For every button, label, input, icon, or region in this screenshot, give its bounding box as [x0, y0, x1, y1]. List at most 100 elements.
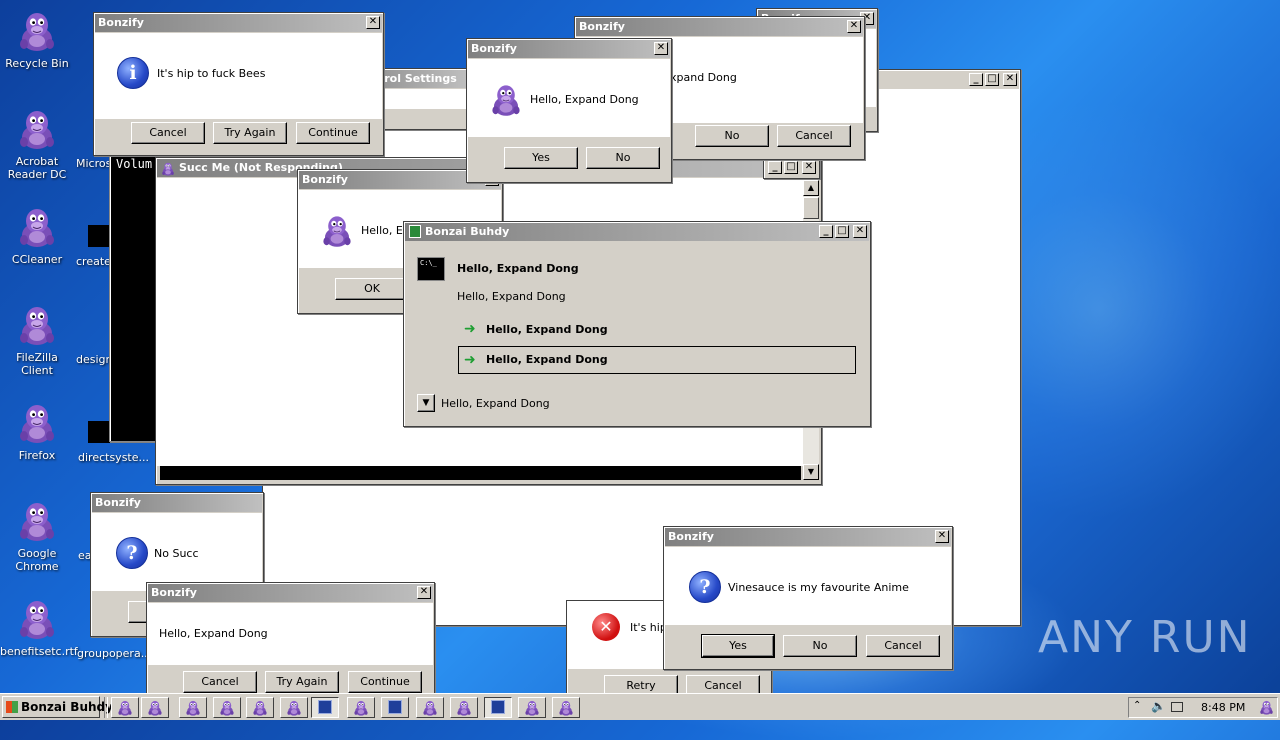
dialog-message: Hello, Expand Dong — [530, 93, 639, 106]
taskbar-button-active[interactable] — [311, 697, 339, 718]
taskbar-button[interactable] — [518, 697, 546, 718]
title-bar[interactable]: Bonzify — [148, 584, 433, 602]
question-icon: ? — [689, 571, 721, 603]
command-link-label: Hello, Expand Dong — [486, 323, 608, 336]
yes-button[interactable]: Yes — [701, 634, 775, 658]
taskbar-button[interactable] — [280, 697, 308, 718]
bonzi-gorilla-icon — [558, 699, 574, 716]
window-title: Bonzify — [98, 16, 144, 29]
clock[interactable]: 8:48 PM — [1201, 701, 1245, 714]
close-button[interactable]: ✕ — [847, 20, 861, 33]
desktop-icon-black[interactable] — [88, 225, 110, 247]
expand-details-button[interactable]: ▼ — [417, 394, 435, 412]
taskbar-button[interactable] — [450, 697, 478, 718]
taskbar-button[interactable] — [552, 697, 580, 718]
minimize-button[interactable]: _ — [819, 225, 833, 238]
taskbar-button[interactable] — [141, 697, 169, 718]
desktop-icon-label-partial[interactable]: directsyste... — [78, 451, 149, 464]
title-bar[interactable]: Bonzify — [468, 40, 670, 58]
bonzi-gorilla-icon — [286, 699, 302, 716]
try-again-button[interactable]: Try Again — [265, 671, 339, 693]
title-bar[interactable]: Bonzai Buhdy — [405, 223, 869, 241]
cancel-button[interactable]: Cancel — [777, 125, 851, 147]
volume-icon[interactable]: 🔈 — [1151, 699, 1166, 713]
title-bar[interactable]: Bonzify — [95, 14, 382, 32]
command-link[interactable]: ➜ Hello, Expand Dong — [458, 346, 856, 374]
maximize-button[interactable]: □ — [784, 161, 798, 174]
dialog-message: Hello, Expand Dong — [159, 627, 268, 640]
no-button[interactable]: No — [586, 147, 660, 169]
taskbar-divider — [104, 697, 108, 718]
close-button[interactable]: ✕ — [417, 586, 431, 599]
show-hidden-icons-icon[interactable]: ⌃ — [1133, 700, 1141, 711]
close-button[interactable]: ✕ — [654, 42, 668, 55]
bonzi-gorilla-icon — [422, 699, 438, 716]
desktop-icon-firefox[interactable]: Firefox — [0, 400, 74, 462]
close-button[interactable]: ✕ — [366, 16, 380, 29]
taskbar-button[interactable] — [347, 697, 375, 718]
scroll-up-button[interactable]: ▲ — [803, 180, 819, 196]
scroll-thumb[interactable] — [803, 197, 819, 219]
desktop-icon-chrome[interactable]: Google Chrome — [0, 498, 74, 573]
no-button[interactable]: No — [695, 125, 769, 147]
taskbar-button[interactable] — [381, 697, 409, 718]
desktop-icon-label-partial[interactable]: design — [76, 353, 113, 366]
taskbar-button[interactable] — [246, 697, 274, 718]
try-again-button[interactable]: Try Again — [213, 122, 287, 144]
green-arrow-icon: ➜ — [464, 352, 476, 368]
command-link[interactable]: ➜ Hello, Expand Dong — [458, 318, 858, 342]
title-bar[interactable]: Bonzify — [92, 494, 262, 512]
continue-button[interactable]: Continue — [296, 122, 370, 144]
desktop-icon-recycle-bin[interactable]: Recycle Bin — [0, 8, 74, 70]
taskbar-button[interactable] — [484, 697, 512, 718]
close-button[interactable]: ✕ — [935, 530, 949, 543]
bonzify-dialog: Bonzify ✕ i It's hip to fuck Bees Cancel… — [93, 12, 384, 156]
maximize-button[interactable]: □ — [985, 73, 999, 86]
cancel-button[interactable]: Cancel — [866, 635, 940, 657]
title-bar[interactable]: Bonzify — [576, 18, 863, 36]
dialog-subtext: Hello, Expand Dong — [457, 290, 566, 303]
desktop-icon-label-partial[interactable]: groupopera... — [77, 647, 151, 660]
desktop-icon-label: CCleaner — [11, 253, 63, 266]
cancel-button[interactable]: Cancel — [131, 122, 205, 144]
dialog-message: Vinesauce is my favourite Anime — [728, 581, 909, 594]
desktop-icon-ccleaner[interactable]: CCleaner — [0, 204, 74, 266]
taskbar-button[interactable] — [179, 697, 207, 718]
minimize-button[interactable]: _ — [969, 73, 983, 86]
yes-button[interactable]: Yes — [504, 147, 578, 169]
window-title: Bonzify — [471, 42, 517, 55]
window-content: Hello, Expand Dong — [468, 59, 670, 137]
bonzify-dialog: Bonzify ✕ ? Vinesauce is my favourite An… — [663, 526, 953, 670]
ok-button[interactable]: OK — [335, 278, 409, 300]
no-button[interactable]: No — [783, 635, 857, 657]
desktop-icon-label: Recycle Bin — [5, 57, 69, 70]
close-button[interactable]: ✕ — [1003, 73, 1017, 86]
anyrun-watermark: ANY RUN — [1038, 612, 1252, 663]
desktop-icon-acrobat[interactable]: Acrobat Reader DC — [0, 106, 74, 181]
title-bar[interactable]: Bonzify — [665, 528, 951, 546]
continue-button[interactable]: Continue — [348, 671, 422, 693]
bonzi-gorilla-icon[interactable] — [1259, 699, 1274, 715]
bonzi-gorilla-icon — [147, 699, 163, 716]
window-content: Hello, Expand Dong — [148, 603, 433, 665]
taskbar-button[interactable] — [213, 697, 241, 718]
taskbar-button[interactable] — [111, 697, 139, 718]
bonzai-app-icon — [388, 700, 402, 714]
desktop-icon-filezilla[interactable]: FileZilla Client — [0, 302, 74, 377]
bonzi-gorilla-icon — [321, 212, 353, 248]
bonzi-gorilla-icon — [15, 106, 59, 150]
maximize-button[interactable]: □ — [835, 225, 849, 238]
desktop-icon-black[interactable] — [88, 421, 110, 443]
minimize-button[interactable]: _ — [768, 161, 782, 174]
cancel-button[interactable]: Cancel — [183, 671, 257, 693]
start-button[interactable]: Bonzai Buhdy — [2, 696, 113, 718]
network-icon[interactable] — [1171, 702, 1183, 712]
scroll-down-button[interactable]: ▼ — [803, 464, 819, 480]
bonzi-gorilla-icon — [15, 498, 59, 542]
bonzai-app-icon — [491, 700, 505, 714]
desktop-icon-benefitsetc[interactable]: benefitsetc.rtf — [0, 596, 78, 658]
taskbar-button[interactable] — [416, 697, 444, 718]
desktop-icon-label: benefitsetc.rtf — [0, 645, 78, 658]
close-button[interactable]: ✕ — [853, 225, 867, 238]
close-button[interactable]: ✕ — [802, 161, 816, 174]
